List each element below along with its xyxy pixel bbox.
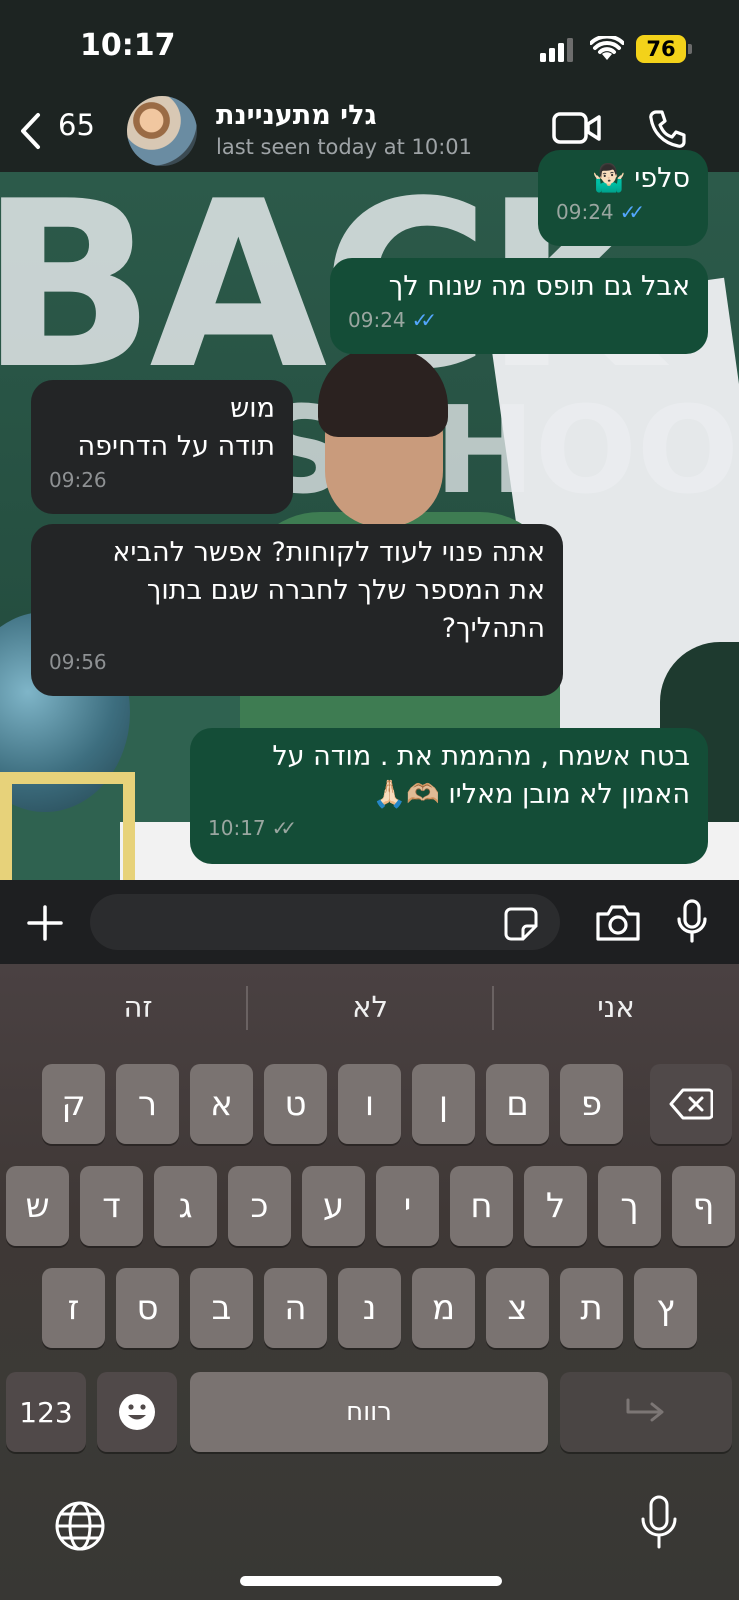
message-text: אתה פנוי לעוד לקוחות? אפשר להביא את המספ… — [112, 537, 545, 644]
key[interactable]: ן — [412, 1064, 475, 1144]
key[interactable]: ת — [560, 1268, 623, 1348]
message-input[interactable] — [90, 894, 560, 950]
emoji-key[interactable] — [97, 1372, 177, 1452]
plus-icon[interactable] — [26, 904, 64, 942]
space-key[interactable]: רווח — [190, 1372, 548, 1452]
wallpaper-frame — [0, 772, 135, 880]
message-meta: 09:24 ✓✓ — [348, 308, 690, 332]
suggestion-divider — [492, 986, 494, 1030]
key[interactable]: צ — [486, 1268, 549, 1348]
key[interactable]: ל — [524, 1166, 587, 1246]
message-time: 10:17 — [208, 816, 266, 840]
back-chevron-icon[interactable] — [18, 112, 42, 150]
globe-icon[interactable] — [54, 1500, 106, 1552]
key[interactable]: מ — [412, 1268, 475, 1348]
message-bubble-incoming[interactable]: אתה פנוי לעוד לקוחות? אפשר להביא את המספ… — [31, 524, 563, 696]
read-ticks-icon: ✓✓ — [619, 200, 645, 224]
key[interactable]: ס — [116, 1268, 179, 1348]
key[interactable]: ח — [450, 1166, 513, 1246]
key[interactable]: ף — [672, 1166, 735, 1246]
avatar[interactable] — [127, 96, 197, 166]
phone-icon[interactable] — [646, 108, 688, 150]
key[interactable]: ד — [80, 1166, 143, 1246]
message-meta: 09:24 ✓✓ — [556, 200, 690, 224]
key[interactable]: א — [190, 1064, 253, 1144]
key[interactable]: ז — [42, 1268, 105, 1348]
key[interactable]: ץ — [634, 1268, 697, 1348]
message-meta: 09:56 — [49, 650, 545, 674]
signal-icon — [540, 38, 574, 62]
camera-icon[interactable] — [594, 902, 642, 942]
key[interactable]: ו — [338, 1064, 401, 1144]
message-time: 09:24 — [348, 308, 406, 332]
message-bubble-outgoing[interactable]: סלפי 🤷🏻‍♂️ 09:24 ✓✓ — [538, 150, 708, 246]
suggestion-divider — [246, 986, 248, 1030]
last-seen-status: last seen today at 10:01 — [216, 135, 472, 159]
suggestion-left[interactable]: זה — [38, 990, 238, 1024]
suggestion-right[interactable]: אני — [516, 990, 716, 1024]
battery-indicator: 76 — [636, 35, 686, 63]
message-text: אבל גם תופס מה שנוח לך — [388, 271, 690, 302]
return-key[interactable] — [560, 1372, 732, 1452]
message-text: מוש תודה על הדחיפה — [77, 393, 275, 462]
message-text: סלפי 🤷🏻‍♂️ — [592, 163, 690, 194]
emoji-icon — [119, 1394, 155, 1430]
key[interactable]: ט — [264, 1064, 327, 1144]
dictation-mic-icon[interactable] — [640, 1494, 678, 1552]
key[interactable]: ק — [42, 1064, 105, 1144]
numbers-key[interactable]: 123 — [6, 1372, 86, 1452]
home-indicator[interactable] — [240, 1576, 502, 1586]
contact-name[interactable]: גלי מתעניינת — [216, 100, 377, 131]
key[interactable]: י — [376, 1166, 439, 1246]
unread-count[interactable]: 65 — [58, 108, 95, 142]
read-ticks-icon: ✓✓ — [411, 308, 437, 332]
battery-cap — [688, 44, 692, 54]
backspace-key[interactable] — [650, 1064, 732, 1144]
key[interactable]: ע — [302, 1166, 365, 1246]
message-time: 09:24 — [556, 200, 614, 224]
message-bubble-outgoing[interactable]: בטח אשמח , מהממת את . מודה על האמון לא מ… — [190, 728, 708, 864]
key[interactable]: פ — [560, 1064, 623, 1144]
message-text: בטח אשמח , מהממת את . מודה על האמון לא מ… — [272, 741, 690, 810]
backspace-icon — [669, 1088, 713, 1120]
key[interactable]: ב — [190, 1268, 253, 1348]
message-meta: 09:26 — [49, 468, 275, 492]
key[interactable]: ש — [6, 1166, 69, 1246]
mic-icon[interactable] — [676, 898, 708, 944]
return-icon — [626, 1398, 664, 1422]
message-bubble-outgoing[interactable]: אבל גם תופס מה שנוח לך 09:24 ✓✓ — [330, 258, 708, 354]
key[interactable]: ה — [264, 1268, 327, 1348]
suggestion-center[interactable]: לא — [270, 990, 470, 1024]
message-bubble-incoming[interactable]: מוש תודה על הדחיפה 09:26 — [31, 380, 293, 514]
key[interactable]: כ — [228, 1166, 291, 1246]
message-time: 09:26 — [49, 468, 107, 492]
message-meta: 10:17 ✓✓ — [208, 816, 690, 840]
key[interactable]: נ — [338, 1268, 401, 1348]
sticker-icon[interactable] — [503, 906, 539, 942]
video-call-icon[interactable] — [552, 110, 602, 146]
key[interactable]: ך — [598, 1166, 661, 1246]
status-time: 10:17 — [80, 28, 176, 63]
delivered-ticks-icon: ✓✓ — [271, 816, 297, 840]
wifi-icon — [590, 36, 624, 62]
key[interactable]: ג — [154, 1166, 217, 1246]
key[interactable]: ר — [116, 1064, 179, 1144]
key[interactable]: ם — [486, 1064, 549, 1144]
message-time: 09:56 — [49, 650, 107, 674]
